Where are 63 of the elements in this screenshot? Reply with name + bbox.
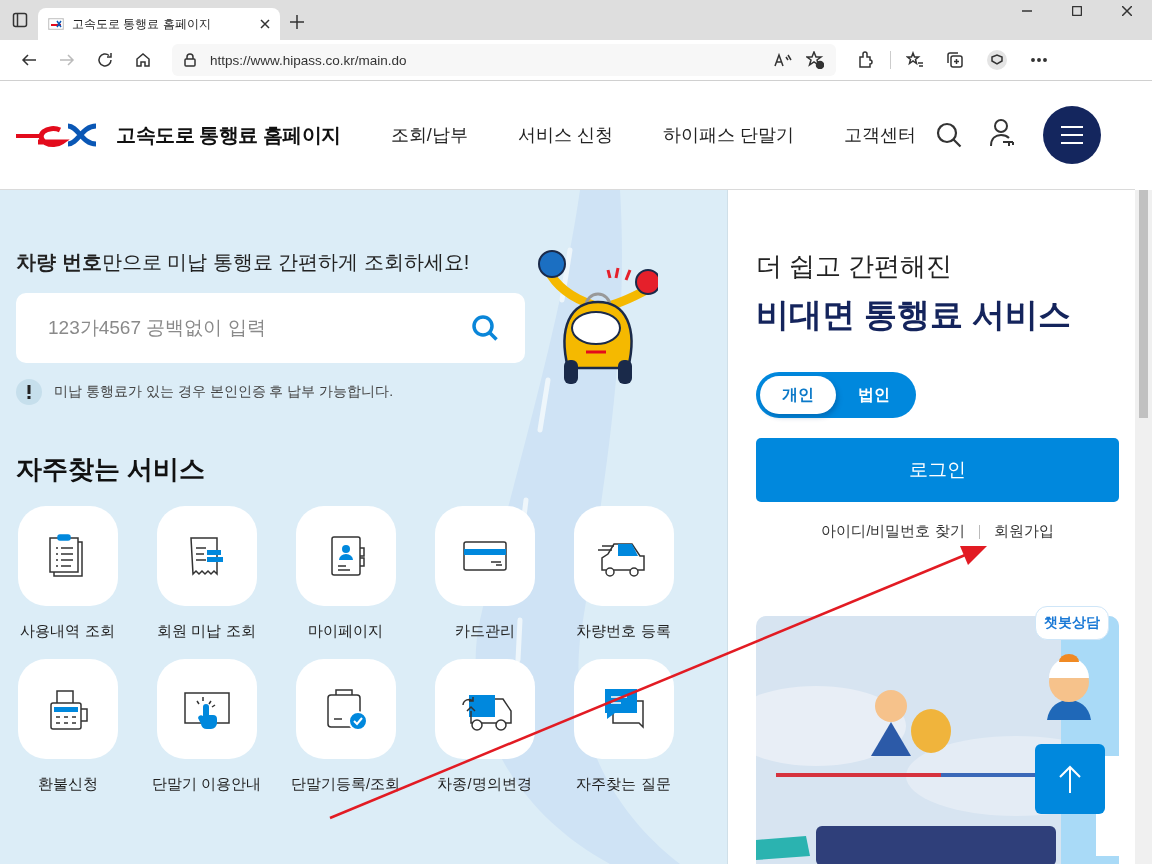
service-tile[interactable] [17,659,118,759]
service-tile[interactable] [17,506,118,606]
service-tile[interactable] [434,506,535,606]
tab-actions-icon[interactable] [12,12,28,28]
service-label[interactable]: 차량번호 등록 [576,622,671,641]
address-bar[interactable]: https://www.hipass.co.kr/main.do [172,44,836,76]
tab-title: 고속도로 통행료 홈페이지 [72,15,212,33]
chatbot-label[interactable]: 챗봇상담 [1035,606,1109,640]
profile-icon[interactable] [986,49,1008,71]
service-label[interactable]: 마이페이지 [308,622,383,641]
service-tile[interactable] [573,659,674,759]
menu-icon [1061,126,1083,144]
scroll-top-button[interactable] [1035,744,1105,814]
nav-link[interactable]: 하이패스 단말기 [662,123,794,147]
notice-text: 미납 통행료가 있는 경우 본인인증 후 납부 가능합니다. [54,383,394,401]
account-link[interactable]: 회원가입 [993,522,1054,541]
service-label[interactable]: 차종/명의변경 [437,775,532,794]
service-label[interactable]: 단말기등록/조회 [291,775,400,794]
nav-link[interactable]: 조회/납부 [390,123,468,147]
url-text: https://www.hipass.co.kr/main.do [210,52,408,68]
lookup-headline: 차량 번호만으로 미납 통행료 간편하게 조회하세요! [16,250,471,275]
browser-tab[interactable]: 고속도로 통행료 홈페이지 [38,8,280,40]
menu-button[interactable] [1043,106,1101,164]
service-label[interactable]: 자주찾는 질문 [576,775,671,794]
nav-link[interactable]: 고객센터 [843,123,916,147]
nav-link[interactable]: 서비스 신청 [517,123,613,147]
section-title: 자주찾는 서비스 [16,453,207,485]
search-icon[interactable] [935,121,963,149]
lock-icon [184,53,196,67]
info-icon [16,379,42,405]
service-tile[interactable] [434,659,535,759]
home-icon[interactable] [135,52,151,68]
login-subtitle: 더 쉽고 간편해진 [756,250,954,283]
site-logo-icon [48,18,64,30]
close-icon[interactable] [260,19,270,29]
extensions-icon[interactable] [857,51,875,69]
user-icon[interactable] [989,118,1015,148]
member-type-option[interactable]: 개인 [760,376,836,414]
login-title: 비대면 통행료 서비스 [756,295,1073,335]
service-tile[interactable] [295,506,396,606]
site-title: 고속도로 통행료 홈페이지 [116,122,341,148]
plate-search-field[interactable]: 123가4567 공백없이 입력 [16,293,525,363]
member-type-option[interactable]: 법인 [836,376,912,414]
refresh-icon[interactable] [97,52,113,68]
account-link[interactable]: 아이디/비밀번호 찾기 [821,522,965,541]
service-label[interactable]: 단말기 이용안내 [152,775,261,794]
service-label[interactable]: 사용내역 조회 [20,622,115,641]
back-icon[interactable] [21,52,37,68]
service-tile[interactable] [156,506,257,606]
read-aloud-icon[interactable] [774,53,792,67]
service-tile[interactable] [295,659,396,759]
service-label[interactable]: 카드관리 [454,622,515,641]
login-button[interactable]: 로그인 [756,438,1119,502]
new-tab-icon[interactable] [290,15,304,29]
add-favorite-icon[interactable] [806,51,824,69]
arrow-up-icon [1059,765,1081,793]
service-tile[interactable] [573,506,674,606]
service-tile[interactable] [156,659,257,759]
favorites-icon[interactable] [906,51,924,69]
collections-icon[interactable] [946,51,964,69]
service-label[interactable]: 회원 미납 조회 [157,622,256,641]
service-label[interactable]: 환불신청 [37,775,98,794]
scrollbar-thumb[interactable] [1139,190,1148,418]
